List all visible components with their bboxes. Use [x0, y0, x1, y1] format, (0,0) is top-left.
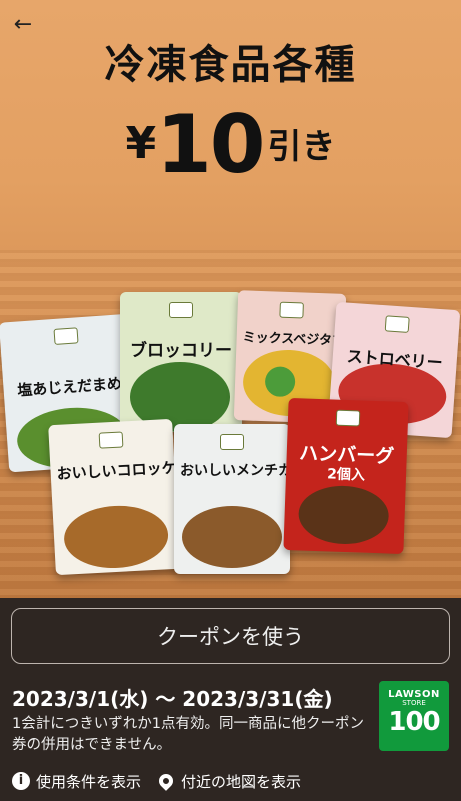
brand-logo — [279, 301, 304, 319]
product-label: 塩あじえだまめ — [16, 374, 123, 400]
product-sublabel: 2個入 — [326, 466, 366, 484]
promo-price: ¥10 引き — [0, 98, 461, 191]
promo-title: 冷凍食品各種 — [104, 42, 357, 88]
price-yen: ¥ — [125, 118, 157, 169]
product-label: ブロッコリー — [130, 341, 232, 361]
brand-logo — [169, 302, 193, 318]
coupon-note: 1会計につきいずれか1点有効。同一商品に他クーポン券の併用はできません。 — [12, 716, 364, 753]
brand-logo — [335, 409, 361, 427]
coupon-hero-image: ← 冷凍食品各種 ¥10 引き 塩あじえだまめ ブロッコリー ミックスベジタブル … — [0, 0, 461, 598]
lawson-store-100-logo: LAWSON STORE 100 — [379, 681, 449, 751]
product-label: ミックスベジタブル — [242, 330, 347, 350]
product-broccoli: ブロッコリー — [120, 292, 242, 432]
price-suffix: 引き — [267, 127, 336, 167]
brand-logo — [98, 431, 124, 449]
map-link[interactable]: 付近の地図を表示 — [156, 771, 302, 792]
product-hamburg: ハンバーグ 2個入 — [283, 397, 409, 555]
price-amount: 10 — [156, 98, 265, 191]
map-link-label: 付近の地図を表示 — [181, 772, 302, 791]
product-label: おいしいメンチカツ — [180, 463, 290, 479]
brand-logo — [53, 327, 79, 345]
use-coupon-button[interactable]: クーポンを使う — [11, 608, 450, 664]
footer-links: i 使用条件を表示 付近の地図を表示 — [12, 768, 319, 794]
brand-logo — [384, 315, 410, 333]
map-pin-icon — [156, 771, 176, 791]
valid-dates: 2023/3/1(水) 〜 2023/3/31(金) — [12, 687, 333, 711]
terms-link[interactable]: i 使用条件を表示 — [12, 771, 141, 792]
info-icon: i — [12, 772, 30, 790]
terms-link-label: 使用条件を表示 — [36, 772, 142, 791]
product-label: おいしいコロッケ — [56, 458, 178, 483]
product-menchi-katsu: おいしいメンチカツ — [174, 424, 290, 574]
brand-logo — [220, 434, 244, 450]
product-croquette: おいしいコロッケ — [48, 418, 180, 576]
